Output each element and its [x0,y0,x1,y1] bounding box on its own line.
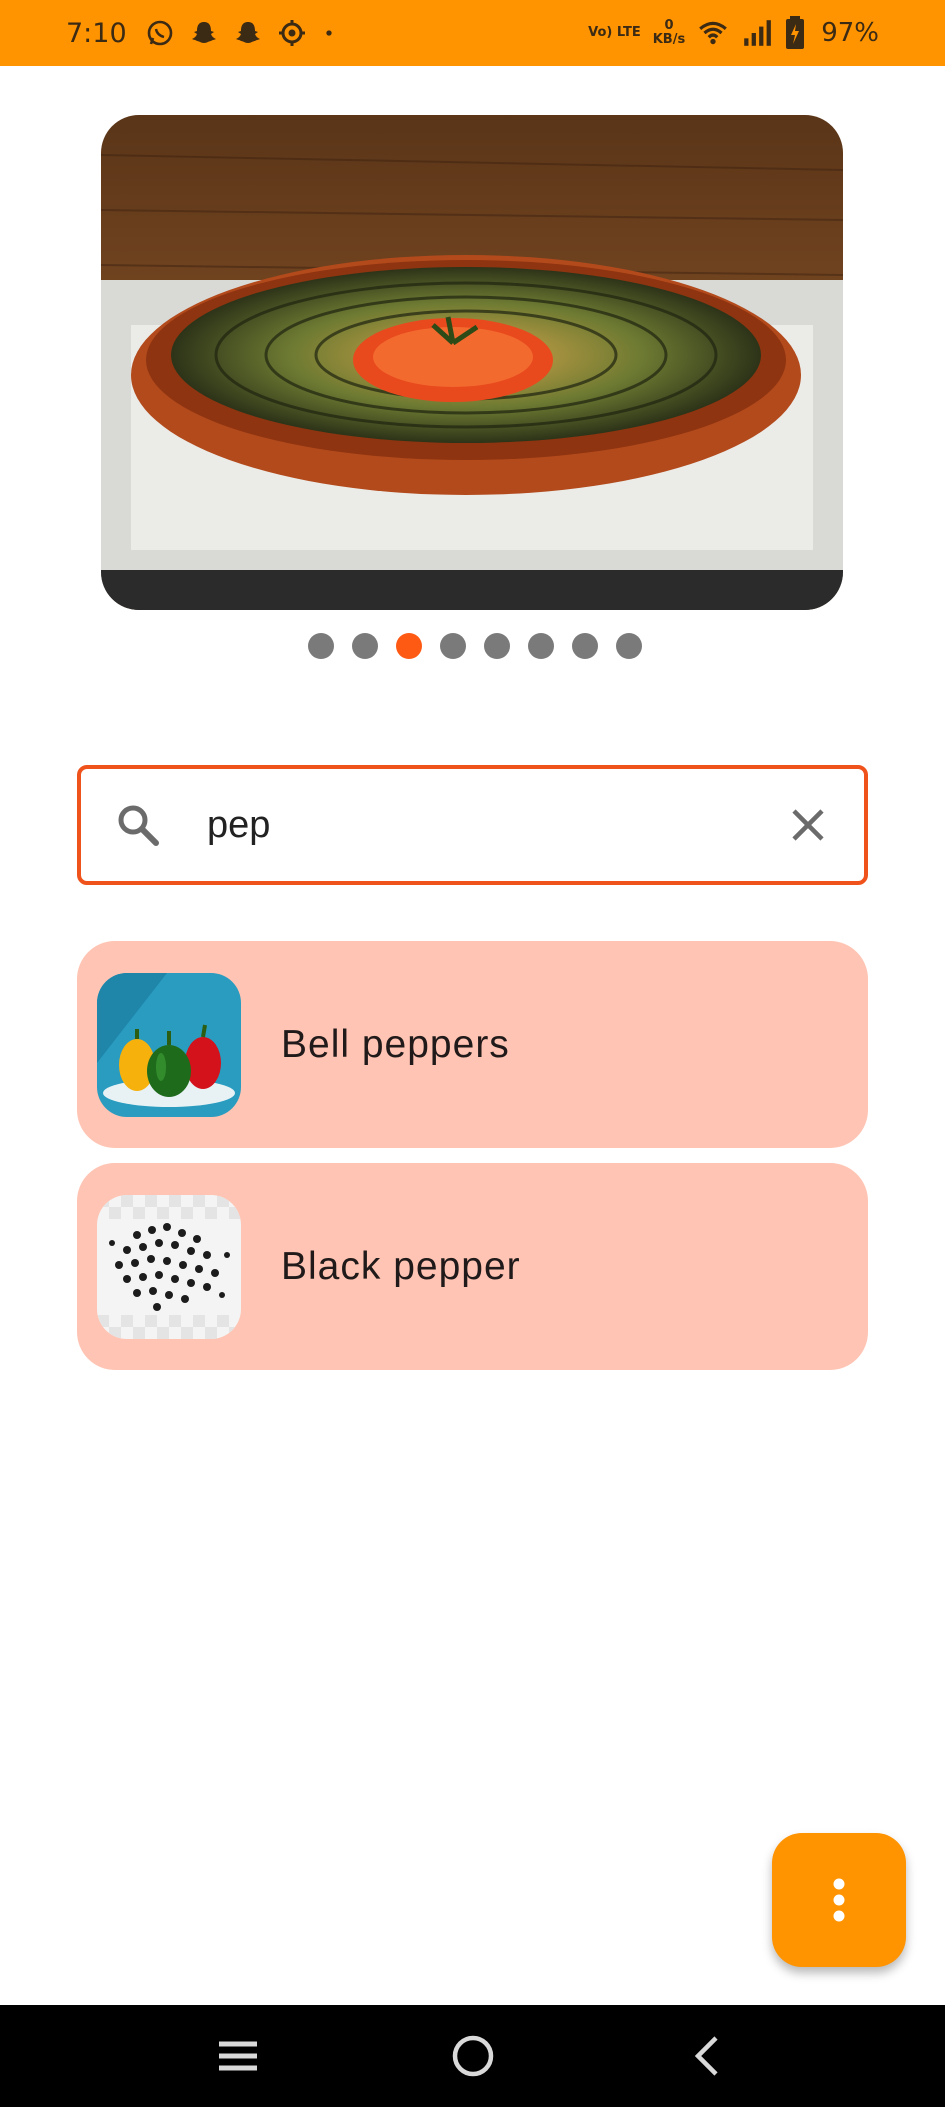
list-item[interactable]: Black pepper [77,1163,868,1370]
carousel-dot[interactable] [571,633,598,659]
settings-icon [278,20,305,46]
carousel-dot[interactable] [307,633,334,659]
home-icon[interactable] [448,2031,498,2081]
signal-icon [744,20,772,46]
wifi-icon [699,21,728,45]
status-time: 7:10 [66,17,127,49]
battery-charging-icon [786,16,805,49]
menu-icon[interactable] [213,2031,263,2081]
featured-recipe-carousel[interactable] [101,115,843,610]
carousel-dot-active[interactable] [395,633,422,659]
carousel-dot[interactable] [439,633,466,659]
more-vert-icon [833,1878,845,1922]
ratatouille-dish-image [101,115,843,610]
search-bar[interactable] [77,765,868,885]
search-icon [118,805,159,846]
data-rate-unit: KB/s [652,32,686,47]
more-options-button[interactable] [772,1833,906,1967]
list-item[interactable]: Bell peppers [77,941,868,1148]
whatsapp-icon [147,20,172,46]
result-label: Bell peppers [281,1022,510,1066]
network-type: Vo) LTE [588,25,641,40]
carousel-dot[interactable] [615,633,642,659]
black-pepper-image [97,1194,241,1339]
data-rate-value: 0 [664,18,674,33]
system-status-icons: Vo) LTE 0 KB/s 97% [588,16,879,50]
notification-icons [145,18,337,48]
dot-icon [325,30,332,36]
carousel-dot[interactable] [483,633,510,659]
data-rate: 0 KB/s [653,19,685,47]
carousel-dot[interactable] [527,633,554,659]
system-nav-bar [0,2005,945,2107]
search-input[interactable] [207,803,767,847]
snapchat-icon [235,22,260,43]
status-bar: 7:10 Vo) LTE 0 KB/s 97% [0,0,945,66]
bell-peppers-image [97,972,241,1117]
battery-percent: 97% [821,18,879,48]
carousel-pagination [0,633,945,659]
snapchat-icon [191,22,216,43]
close-icon[interactable] [788,805,828,845]
carousel-dot[interactable] [351,633,378,659]
back-icon[interactable] [683,2031,733,2081]
result-label: Black pepper [281,1244,521,1288]
